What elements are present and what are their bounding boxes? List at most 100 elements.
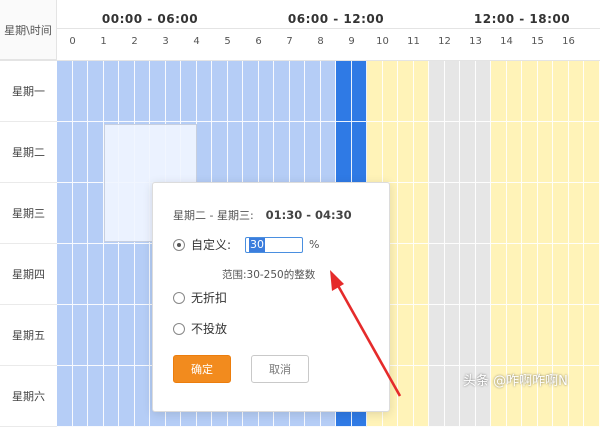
schedule-cell[interactable] (507, 305, 523, 366)
schedule-cell[interactable] (367, 122, 383, 183)
schedule-cell[interactable] (569, 305, 585, 366)
schedule-cell[interactable] (57, 183, 73, 244)
schedule-cell[interactable] (553, 244, 569, 305)
schedule-cell[interactable] (212, 61, 228, 122)
schedule-cell[interactable] (584, 366, 600, 427)
schedule-cell[interactable] (383, 61, 399, 122)
schedule-cell[interactable] (212, 122, 228, 183)
schedule-cell[interactable] (445, 244, 461, 305)
schedule-cell[interactable] (491, 61, 507, 122)
schedule-cell[interactable] (476, 183, 492, 244)
schedule-cell[interactable] (522, 305, 538, 366)
schedule-cell[interactable] (522, 122, 538, 183)
radio-custom[interactable] (173, 239, 185, 251)
schedule-cell[interactable] (135, 244, 151, 305)
schedule-cell[interactable] (398, 244, 414, 305)
schedule-cell[interactable] (398, 122, 414, 183)
schedule-cell[interactable] (336, 61, 352, 122)
schedule-cell[interactable] (507, 244, 523, 305)
schedule-cell[interactable] (414, 366, 430, 427)
schedule-cell[interactable] (398, 183, 414, 244)
schedule-cell[interactable] (460, 122, 476, 183)
schedule-cell[interactable] (414, 61, 430, 122)
option-no-delivery[interactable]: 不投放 (173, 320, 227, 337)
schedule-cell[interactable] (383, 122, 399, 183)
schedule-cell[interactable] (538, 305, 554, 366)
schedule-cell[interactable] (553, 305, 569, 366)
schedule-cell[interactable] (491, 183, 507, 244)
schedule-cell[interactable] (88, 366, 104, 427)
schedule-cell[interactable] (398, 61, 414, 122)
schedule-cell[interactable] (584, 61, 600, 122)
schedule-cell[interactable] (476, 122, 492, 183)
schedule-cell[interactable] (88, 61, 104, 122)
custom-percent-input[interactable]: 30 (245, 237, 303, 253)
schedule-cell[interactable] (119, 61, 135, 122)
schedule-cell[interactable] (507, 61, 523, 122)
schedule-cell[interactable] (73, 305, 89, 366)
schedule-cell[interactable] (429, 183, 445, 244)
schedule-cell[interactable] (522, 183, 538, 244)
radio-no-delivery[interactable] (173, 323, 185, 335)
schedule-cell[interactable] (150, 61, 166, 122)
schedule-cell[interactable] (553, 61, 569, 122)
schedule-cell[interactable] (460, 183, 476, 244)
option-no-discount[interactable]: 无折扣 (173, 289, 227, 306)
schedule-cell[interactable] (460, 244, 476, 305)
schedule-cell[interactable] (414, 122, 430, 183)
schedule-cell[interactable] (57, 366, 73, 427)
schedule-cell[interactable] (460, 305, 476, 366)
schedule-cell[interactable] (507, 183, 523, 244)
schedule-cell[interactable] (445, 122, 461, 183)
schedule-cell[interactable] (259, 122, 275, 183)
schedule-cell[interactable] (57, 122, 73, 183)
schedule-cell[interactable] (569, 366, 585, 427)
schedule-cell[interactable] (321, 122, 337, 183)
schedule-cell[interactable] (336, 122, 352, 183)
schedule-cell[interactable] (243, 61, 259, 122)
schedule-cell[interactable] (476, 61, 492, 122)
schedule-cell[interactable] (119, 366, 135, 427)
schedule-cell[interactable] (88, 244, 104, 305)
schedule-cell[interactable] (73, 61, 89, 122)
schedule-cell[interactable] (57, 305, 73, 366)
schedule-cell[interactable] (197, 61, 213, 122)
schedule-cell[interactable] (135, 305, 151, 366)
schedule-cell[interactable] (352, 61, 368, 122)
schedule-cell[interactable] (429, 305, 445, 366)
schedule-cell[interactable] (290, 61, 306, 122)
schedule-cell[interactable] (73, 244, 89, 305)
schedule-cell[interactable] (104, 61, 120, 122)
schedule-cell[interactable] (290, 122, 306, 183)
schedule-cell[interactable] (104, 244, 120, 305)
schedule-cell[interactable] (88, 305, 104, 366)
schedule-cell[interactable] (181, 61, 197, 122)
schedule-cell[interactable] (305, 122, 321, 183)
schedule-cell[interactable] (445, 366, 461, 427)
schedule-cell[interactable] (367, 61, 383, 122)
schedule-cell[interactable] (274, 61, 290, 122)
schedule-cell[interactable] (197, 122, 213, 183)
schedule-cell[interactable] (522, 61, 538, 122)
schedule-cell[interactable] (119, 244, 135, 305)
schedule-cell[interactable] (429, 122, 445, 183)
schedule-cell[interactable] (553, 183, 569, 244)
radio-no-discount[interactable] (173, 292, 185, 304)
schedule-cell[interactable] (57, 61, 73, 122)
schedule-cell[interactable] (57, 244, 73, 305)
schedule-cell[interactable] (166, 61, 182, 122)
schedule-cell[interactable] (414, 244, 430, 305)
schedule-cell[interactable] (228, 61, 244, 122)
schedule-cell[interactable] (135, 61, 151, 122)
option-custom[interactable]: 自定义: 30 % (173, 236, 320, 253)
cancel-button[interactable]: 取消 (251, 355, 309, 383)
schedule-cell[interactable] (414, 305, 430, 366)
schedule-cell[interactable] (73, 122, 89, 183)
schedule-cell[interactable] (104, 305, 120, 366)
schedule-cell[interactable] (259, 61, 275, 122)
schedule-cell[interactable] (476, 244, 492, 305)
schedule-cell[interactable] (73, 366, 89, 427)
schedule-cell[interactable] (491, 122, 507, 183)
schedule-cell[interactable] (584, 305, 600, 366)
schedule-cell[interactable] (584, 183, 600, 244)
